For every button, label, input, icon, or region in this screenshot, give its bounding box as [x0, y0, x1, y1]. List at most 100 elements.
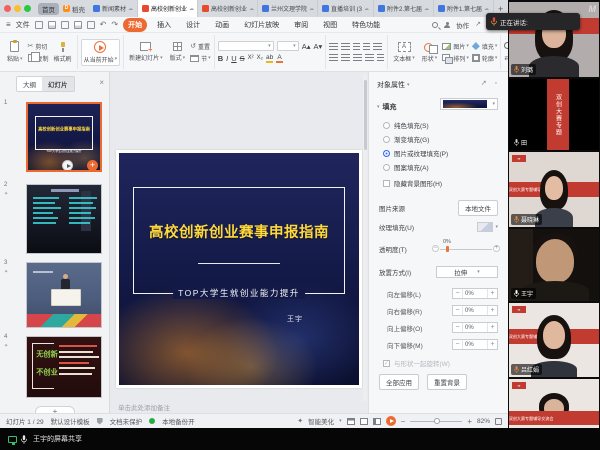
minimize-window-button[interactable] — [14, 5, 21, 12]
transparency-slider[interactable]: 0% − + — [434, 244, 498, 254]
slider-plus-icon[interactable]: + — [493, 245, 500, 252]
textbox-button[interactable]: A文本框▾ — [391, 41, 417, 64]
font-family-select[interactable]: ▾ — [218, 41, 274, 51]
new-slide-button[interactable]: 新建幻灯片▾ — [127, 41, 165, 63]
slide-title[interactable]: 高校创新创业赛事申报指南 — [119, 221, 359, 242]
maximize-window-button[interactable] — [24, 5, 31, 12]
zoom-slider-thumb[interactable] — [434, 418, 440, 424]
justify-icon[interactable] — [365, 54, 374, 62]
save-icon[interactable] — [61, 21, 69, 29]
highlight-color-button[interactable]: ab — [266, 54, 273, 63]
plus-icon[interactable]: + — [488, 340, 497, 349]
zoom-out-button[interactable]: − — [401, 417, 406, 426]
slider-thumb[interactable] — [446, 246, 449, 252]
superscript-button[interactable]: X² — [248, 54, 254, 63]
texture-swatch[interactable] — [477, 222, 493, 232]
align-left-icon[interactable] — [329, 54, 338, 62]
radio-icon[interactable] — [383, 164, 390, 171]
document-tab-3[interactable]: 兰州文理学院☁ — [258, 0, 318, 17]
radio-icon[interactable] — [383, 136, 390, 143]
menu-insert[interactable]: 插入 — [152, 18, 176, 32]
underline-button[interactable]: U — [231, 54, 236, 63]
collaborate-button[interactable]: 协作 — [456, 20, 469, 30]
menu-start[interactable]: 开始 — [123, 18, 147, 32]
play-from-current-button[interactable]: 从当前开始▾ — [81, 39, 121, 66]
fill-preview-dropdown[interactable]: ▾ — [440, 98, 498, 110]
document-tab-active[interactable]: 高校创新创业☁× — [138, 0, 198, 17]
redo-icon[interactable]: ↷ — [111, 21, 118, 29]
minus-icon[interactable]: − — [453, 306, 462, 315]
format-painter-button[interactable]: 格式刷 — [52, 41, 74, 64]
offset-stepper[interactable]: −0%+ — [452, 288, 498, 299]
notes-placeholder[interactable]: 单击此处添加备注 — [118, 402, 170, 412]
document-tab-6[interactable]: 附件1.第七届☁ — [434, 0, 494, 17]
search-icon[interactable] — [432, 22, 438, 28]
paste-button[interactable]: 粘贴▾ — [5, 40, 25, 64]
slide-sorter-view-button[interactable] — [360, 418, 368, 425]
italic-button[interactable]: I — [226, 54, 228, 63]
arrange-button[interactable]: 排列▾ — [442, 54, 469, 63]
fill-option-pattern[interactable]: 图案填充(A) — [383, 162, 429, 172]
picture-button[interactable]: 图片▾ — [442, 42, 469, 51]
subscript-button[interactable]: X₂ — [257, 54, 263, 63]
new-tab-button[interactable]: + — [498, 4, 503, 14]
normal-view-button[interactable] — [347, 418, 355, 425]
panel-header-icons[interactable]: ↗ ◦ — [481, 79, 500, 87]
open-file-icon[interactable] — [48, 21, 56, 29]
outdent-icon[interactable] — [353, 43, 360, 51]
section-button[interactable]: 节▾ — [190, 54, 211, 63]
shapes-button[interactable]: 形状▾ — [420, 41, 440, 64]
slide-1-thumbnail[interactable]: 高校创新创业赛事申报指南 TOP大学生就创业能力提升 + — [26, 102, 102, 172]
new-file-icon[interactable] — [35, 21, 43, 29]
slide-3-thumbnail[interactable] — [26, 262, 102, 328]
export-icon[interactable] — [87, 21, 95, 29]
close-window-button[interactable] — [4, 5, 11, 12]
canvas-scrollbar[interactable] — [363, 74, 367, 401]
strikethrough-button[interactable]: S — [240, 54, 245, 63]
bold-button[interactable]: B — [218, 54, 223, 63]
home-tab[interactable]: 首页 — [38, 3, 59, 15]
slide-2-thumbnail[interactable] — [26, 184, 102, 254]
menu-review[interactable]: 审阅 — [289, 18, 313, 32]
radio-selected-icon[interactable] — [383, 150, 390, 157]
align-right-icon[interactable] — [353, 54, 362, 62]
outline-tab[interactable]: 大纲 — [17, 77, 42, 91]
document-tab-2[interactable]: 高校创新创业☁ — [198, 0, 258, 17]
bullet-list-icon[interactable] — [329, 43, 338, 51]
reset-button[interactable]: ↺重置 — [190, 42, 211, 51]
slide-subtitle[interactable]: TOP大学生就创业能力提升 — [173, 287, 305, 299]
reset-background-button[interactable]: 重置背景 — [427, 374, 467, 390]
increase-font-button[interactable]: A▴ — [302, 42, 311, 51]
hamburger-menu-icon[interactable]: ≡ — [6, 20, 11, 29]
document-tab-news[interactable]: 新闻素材☁ — [89, 0, 138, 17]
placement-select[interactable]: 拉伸▾ — [436, 266, 498, 278]
participant-tile-4[interactable]: 王宇 — [509, 229, 599, 301]
fit-to-window-button[interactable] — [495, 418, 502, 425]
layout-button[interactable]: 版式▾ — [168, 41, 188, 63]
menu-special-features[interactable]: 特色功能 — [347, 18, 385, 32]
plus-icon[interactable]: + — [488, 323, 497, 332]
radio-icon[interactable] — [383, 122, 390, 129]
print-icon[interactable] — [74, 21, 82, 29]
hide-background-option[interactable]: 隐藏背景图形(H) — [383, 178, 442, 188]
font-size-select[interactable]: ▾ — [277, 41, 299, 51]
font-color-button[interactable]: A — [276, 54, 283, 63]
minus-icon[interactable]: − — [453, 340, 462, 349]
participant-tile-2[interactable]: 双创大赛专题 田 — [509, 79, 599, 150]
menu-view[interactable]: 视图 — [318, 18, 342, 32]
offset-stepper[interactable]: −0%+ — [452, 305, 498, 316]
zoom-level[interactable]: 82% — [477, 418, 490, 425]
line-spacing-icon[interactable] — [373, 43, 382, 51]
rotate-with-shape-option[interactable]: ✓与形状一起旋转(W) — [383, 358, 450, 368]
checkbox-checked-icon[interactable]: ✓ — [383, 360, 390, 367]
menu-animation[interactable]: 动画 — [210, 18, 234, 32]
apply-all-button[interactable]: 全部应用 — [379, 374, 419, 390]
slide-page[interactable]: 高校创新创业赛事申报指南 TOP大学生就创业能力提升 王宇 — [116, 150, 362, 388]
plus-icon[interactable]: + — [488, 289, 497, 298]
document-tab-5[interactable]: 附件2.第七届☁ — [374, 0, 434, 17]
fill-button[interactable]: 填充▾ — [472, 42, 498, 51]
add-slide-button[interactable]: + — [35, 406, 75, 413]
decrease-font-button[interactable]: A▾ — [313, 42, 322, 51]
plus-icon[interactable]: + — [488, 306, 497, 315]
document-tab-4[interactable]: 直播培训 (3☁ — [318, 0, 374, 17]
